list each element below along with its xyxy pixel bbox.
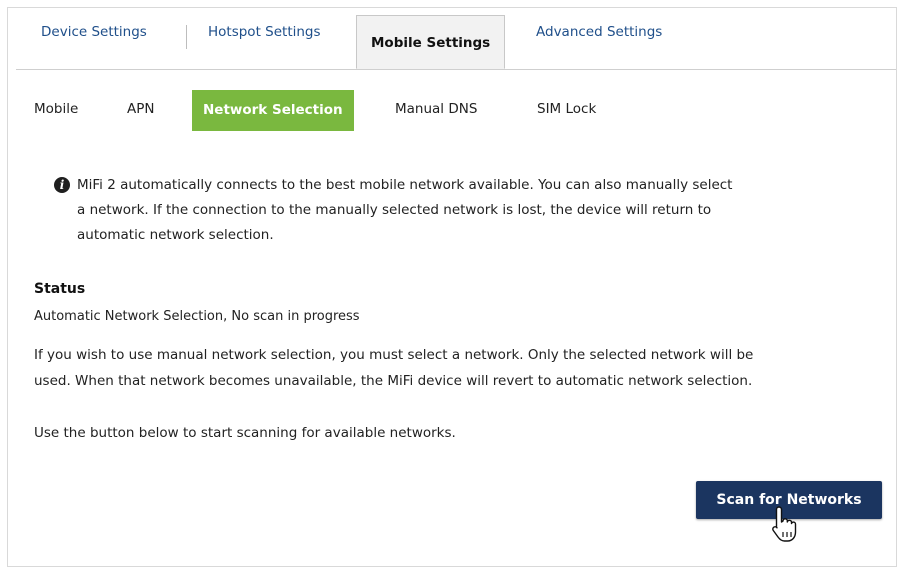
subtab-sim-lock[interactable]: SIM Lock bbox=[537, 101, 596, 117]
scan-hint: Use the button below to start scanning f… bbox=[34, 425, 456, 441]
subtab-mobile[interactable]: Mobile bbox=[34, 101, 78, 117]
status-heading: Status bbox=[34, 281, 86, 297]
status-value: Automatic Network Selection, No scan in … bbox=[34, 309, 360, 324]
manual-selection-note: If you wish to use manual network select… bbox=[34, 342, 884, 394]
subtab-manual-dns[interactable]: Manual DNS bbox=[395, 101, 477, 117]
subtab-network-selection[interactable]: Network Selection bbox=[192, 90, 354, 131]
tab-device-settings[interactable]: Device Settings bbox=[41, 24, 147, 40]
hand-pointer-icon bbox=[772, 506, 797, 542]
info-icon: i bbox=[54, 177, 70, 193]
tab-hotspot-settings[interactable]: Hotspot Settings bbox=[208, 24, 321, 40]
note-line: If you wish to use manual network select… bbox=[34, 347, 754, 363]
info-line: automatic network selection. bbox=[77, 227, 274, 243]
tab-advanced-settings[interactable]: Advanced Settings bbox=[536, 24, 662, 40]
info-line: a network. If the connection to the manu… bbox=[77, 202, 712, 218]
subtab-apn[interactable]: APN bbox=[127, 101, 154, 117]
info-line: MiFi 2 automatically connects to the bes… bbox=[77, 177, 733, 193]
tab-mobile-settings[interactable]: Mobile Settings bbox=[356, 15, 506, 69]
info-text: MiFi 2 automatically connects to the bes… bbox=[77, 173, 877, 248]
note-line: used. When that network becomes unavaila… bbox=[34, 373, 753, 389]
tab-separator bbox=[186, 25, 187, 49]
top-tab-bar: Device Settings Hotspot Settings Mobile … bbox=[16, 9, 896, 70]
